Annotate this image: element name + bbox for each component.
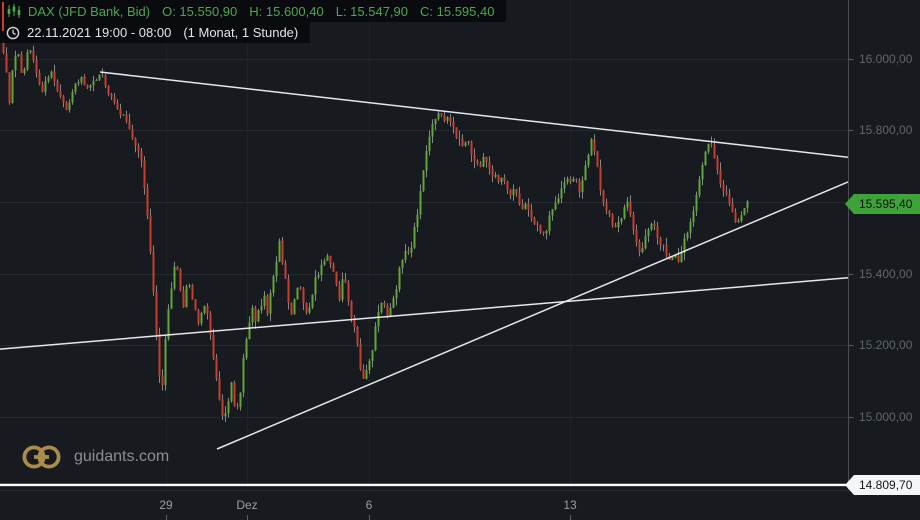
clock-icon: [6, 26, 20, 40]
last-price-badge: 15.595,40: [845, 194, 920, 214]
instrument-row: DAX (JFD Bank, Bid) O: 15.550,90 H: 15.6…: [0, 0, 506, 22]
price-tick: [849, 417, 853, 418]
last-price-value: 15.595,40: [859, 197, 912, 211]
price-tick: [849, 130, 853, 131]
time-tick: [166, 515, 167, 520]
guidants-logo-icon: [20, 442, 62, 472]
support-level-badge: 14.809,70: [845, 475, 920, 495]
high-value: H: 15.600,40: [249, 4, 323, 19]
guidants-logo: guidants.com: [20, 442, 169, 472]
price-tick: [849, 274, 853, 275]
chart-plot-area[interactable]: [0, 0, 848, 490]
price-tick-label: 15.000,00: [859, 410, 912, 424]
trading-chart-window: 16.000,0015.800,0015.600,0015.400,0015.2…: [0, 0, 920, 520]
descending-resistance-line[interactable]: [100, 72, 848, 157]
price-tick-label: 15.800,00: [859, 123, 912, 137]
time-axis[interactable]: 29 Dez 6 13: [0, 490, 920, 520]
support-level-value: 14.809,70: [859, 478, 912, 492]
time-tick-label: Dez: [236, 498, 257, 512]
instrument-name: DAX (JFD Bank, Bid): [28, 4, 150, 19]
gridlines: [0, 0, 848, 490]
chart-legend: DAX (JFD Bank, Bid) O: 15.550,90 H: 15.6…: [0, 0, 506, 43]
price-tick-label: 15.200,00: [859, 338, 912, 352]
price-tick: [849, 59, 853, 60]
ascending-support-steep-line[interactable]: [217, 182, 848, 449]
candles: [3, 40, 749, 422]
chart-timeframe: (1 Monat, 1 Stunde): [183, 25, 298, 40]
time-tick: [570, 515, 571, 520]
time-tick-label: 6: [366, 498, 373, 512]
timestamp-row: 22.11.2021 19:00 - 08:00 (1 Monat, 1 Stu…: [0, 22, 310, 43]
ascending-support-shallow-line[interactable]: [0, 278, 848, 349]
time-tick: [369, 515, 370, 520]
time-tick-label: 29: [159, 498, 172, 512]
close-value: C: 15.595,40: [420, 4, 494, 19]
time-tick-label: 13: [563, 498, 576, 512]
candlestick-chart-type-icon: [6, 3, 22, 19]
open-value: O: 15.550,90: [162, 4, 237, 19]
price-tick: [849, 345, 853, 346]
edge-candle-wick: [2, 2, 4, 31]
price-tick-label: 16.000,00: [859, 52, 912, 66]
guidants-watermark-text: guidants.com: [74, 448, 169, 466]
low-value: L: 15.547,90: [336, 4, 408, 19]
candle-timestamp: 22.11.2021 19:00 - 08:00: [27, 25, 171, 40]
candlestick-chart[interactable]: [0, 0, 848, 490]
time-tick: [247, 515, 248, 520]
price-tick-label: 15.400,00: [859, 267, 912, 281]
price-axis[interactable]: 16.000,0015.800,0015.600,0015.400,0015.2…: [848, 0, 920, 490]
